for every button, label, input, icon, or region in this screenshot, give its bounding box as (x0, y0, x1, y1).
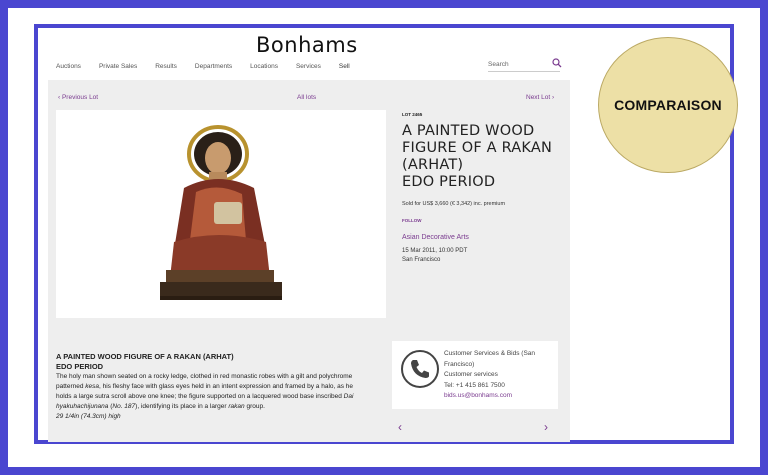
lot-title-line: FIGURE OF A RAKAN (402, 140, 553, 156)
nav-sell[interactable]: Sell (339, 63, 350, 70)
lot-title-line: EDO PERIOD (402, 174, 496, 190)
nav-departments[interactable]: Departments (195, 63, 232, 70)
nav-auctions[interactable]: Auctions (56, 63, 81, 70)
lot-details: LOT 2465 A PAINTED WOOD FIGURE OF A RAKA… (402, 112, 562, 265)
contact-card: Customer Services & Bids (San Francisco)… (392, 341, 558, 409)
all-lots-link[interactable]: All lots (297, 94, 316, 101)
rakan-figure-image (160, 125, 282, 300)
description-dimensions: 29 1/4in (74.3cm) high (56, 413, 121, 420)
main-nav: Auctions Private Sales Results Departmen… (56, 63, 368, 70)
comparison-badge-label: COMPARAISON (614, 97, 722, 113)
lot-description: A PAINTED WOOD FIGURE OF A RAKAN (ARHAT)… (56, 352, 364, 422)
lot-title-line: (ARHAT) (402, 157, 464, 173)
description-body: The holy man shown seated on a rocky led… (56, 373, 354, 410)
lot-image[interactable] (56, 110, 386, 318)
nav-private-sales[interactable]: Private Sales (99, 63, 137, 70)
contact-service: Customer services (444, 371, 498, 378)
bonhams-page: Bonhams Auctions Private Sales Results D… (48, 28, 570, 442)
next-lot-link[interactable]: Next Lot › (526, 94, 554, 101)
nav-services[interactable]: Services (296, 63, 321, 70)
description-heading: A PAINTED WOOD FIGURE OF A RAKAN (ARHAT) (56, 352, 234, 361)
carousel-next-icon[interactable]: › (544, 420, 548, 434)
site-logo[interactable]: Bonhams (256, 33, 358, 57)
comparison-badge: COMPARAISON (598, 37, 738, 173)
carousel-prev-icon[interactable]: ‹ (398, 420, 402, 434)
lot-title-line: A PAINTED WOOD (402, 123, 535, 139)
search-icon[interactable] (552, 58, 562, 68)
nav-results[interactable]: Results (155, 63, 177, 70)
follow-button[interactable]: FOLLOW (402, 218, 562, 223)
description-period: EDO PERIOD (56, 362, 104, 371)
contact-department: Customer Services & Bids (San Francisco) (444, 350, 536, 368)
previous-lot-link[interactable]: ‹ Previous Lot (58, 94, 98, 101)
lot-number: LOT 2465 (402, 112, 423, 117)
search-placeholder: Search (488, 61, 509, 68)
phone-icon (401, 350, 439, 388)
sold-price: Sold for US$ 3,660 (€ 3,342) inc. premiu… (402, 201, 506, 207)
contact-email-link[interactable]: bids.us@bonhams.com (444, 391, 556, 402)
department-link[interactable]: Asian Decorative Arts (402, 234, 562, 241)
contact-phone[interactable]: Tel: +1 415 861 7500 (444, 381, 556, 392)
sale-location: San Francisco (402, 257, 441, 263)
sale-date: 15 Mar 2011, 10:00 PDT (402, 248, 468, 254)
contact-details: Customer Services & Bids (San Francisco)… (444, 349, 556, 402)
nav-locations[interactable]: Locations (250, 63, 278, 70)
search-input[interactable]: Search (488, 58, 562, 72)
lot-title: A PAINTED WOOD FIGURE OF A RAKAN (ARHAT)… (402, 123, 562, 191)
